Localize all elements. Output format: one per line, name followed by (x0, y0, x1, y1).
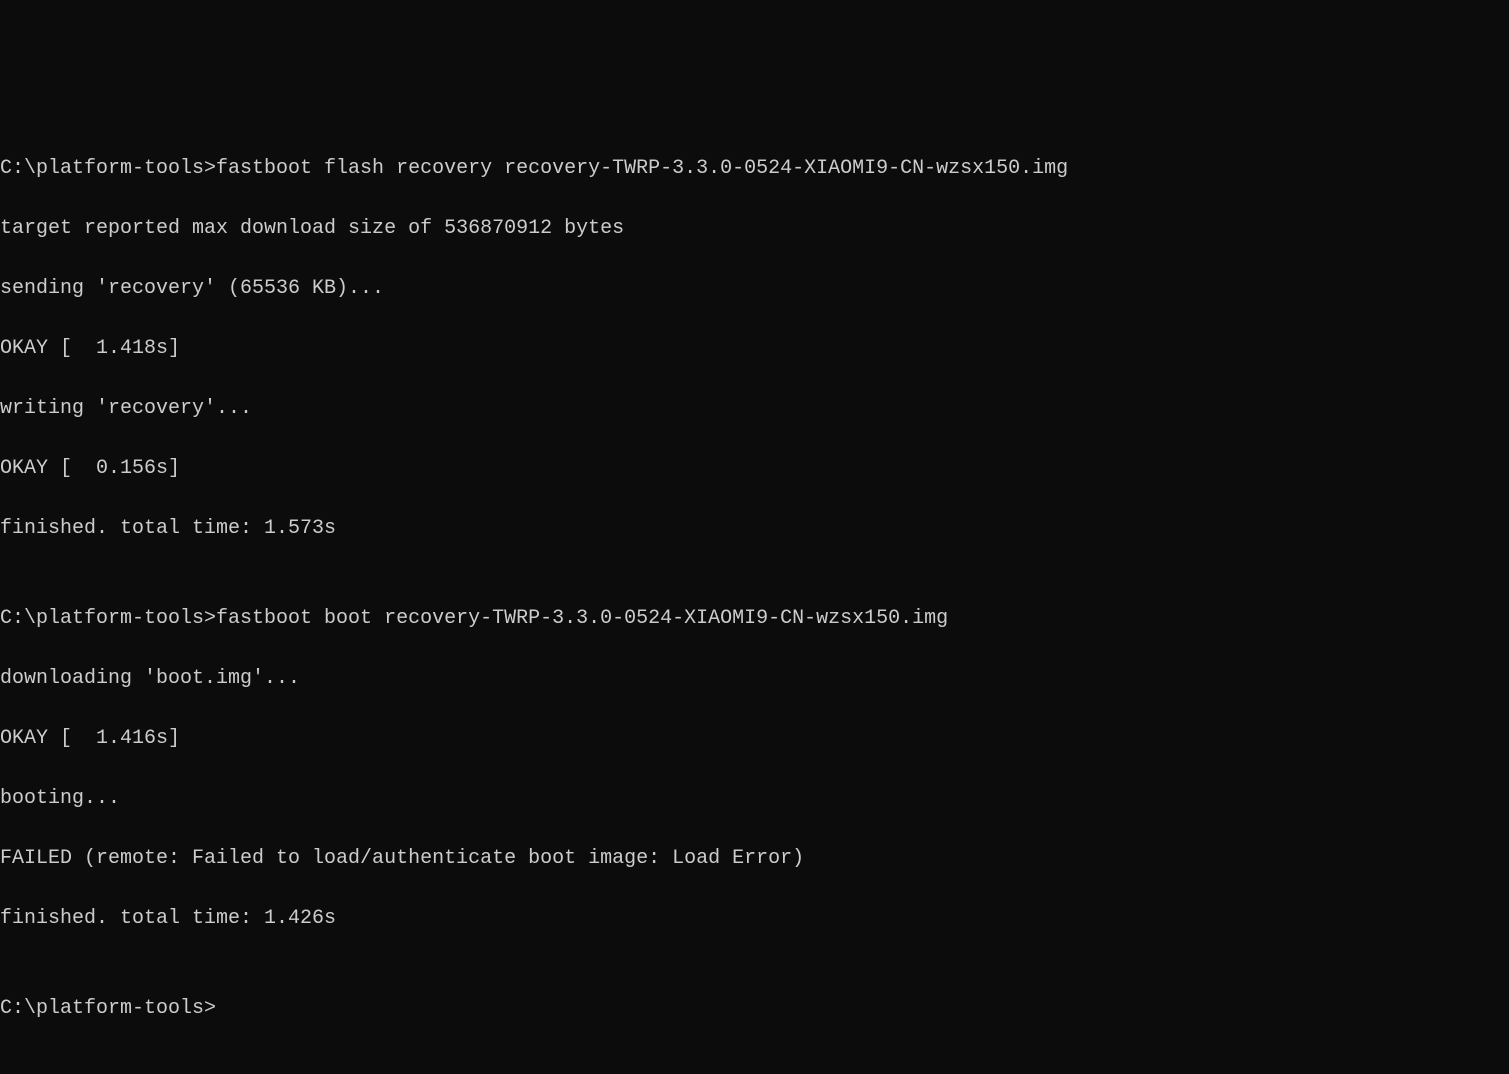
terminal-line: finished. total time: 1.573s (0, 514, 1509, 544)
terminal-window[interactable]: C:\platform-tools>fastboot flash recover… (0, 120, 1509, 1054)
terminal-line: C:\platform-tools>fastboot flash recover… (0, 154, 1509, 184)
terminal-line: finished. total time: 1.426s (0, 904, 1509, 934)
terminal-line: FAILED (remote: Failed to load/authentic… (0, 844, 1509, 874)
terminal-line: booting... (0, 784, 1509, 814)
terminal-line: sending 'recovery' (65536 KB)... (0, 274, 1509, 304)
terminal-line: C:\platform-tools>fastboot boot recovery… (0, 604, 1509, 634)
terminal-prompt: C:\platform-tools> (0, 997, 216, 1020)
terminal-line: OKAY [ 1.416s] (0, 724, 1509, 754)
terminal-line: writing 'recovery'... (0, 394, 1509, 424)
terminal-prompt-line[interactable]: C:\platform-tools> (0, 994, 1509, 1024)
terminal-line: downloading 'boot.img'... (0, 664, 1509, 694)
terminal-line: OKAY [ 0.156s] (0, 454, 1509, 484)
terminal-line: target reported max download size of 536… (0, 214, 1509, 244)
terminal-line: OKAY [ 1.418s] (0, 334, 1509, 364)
